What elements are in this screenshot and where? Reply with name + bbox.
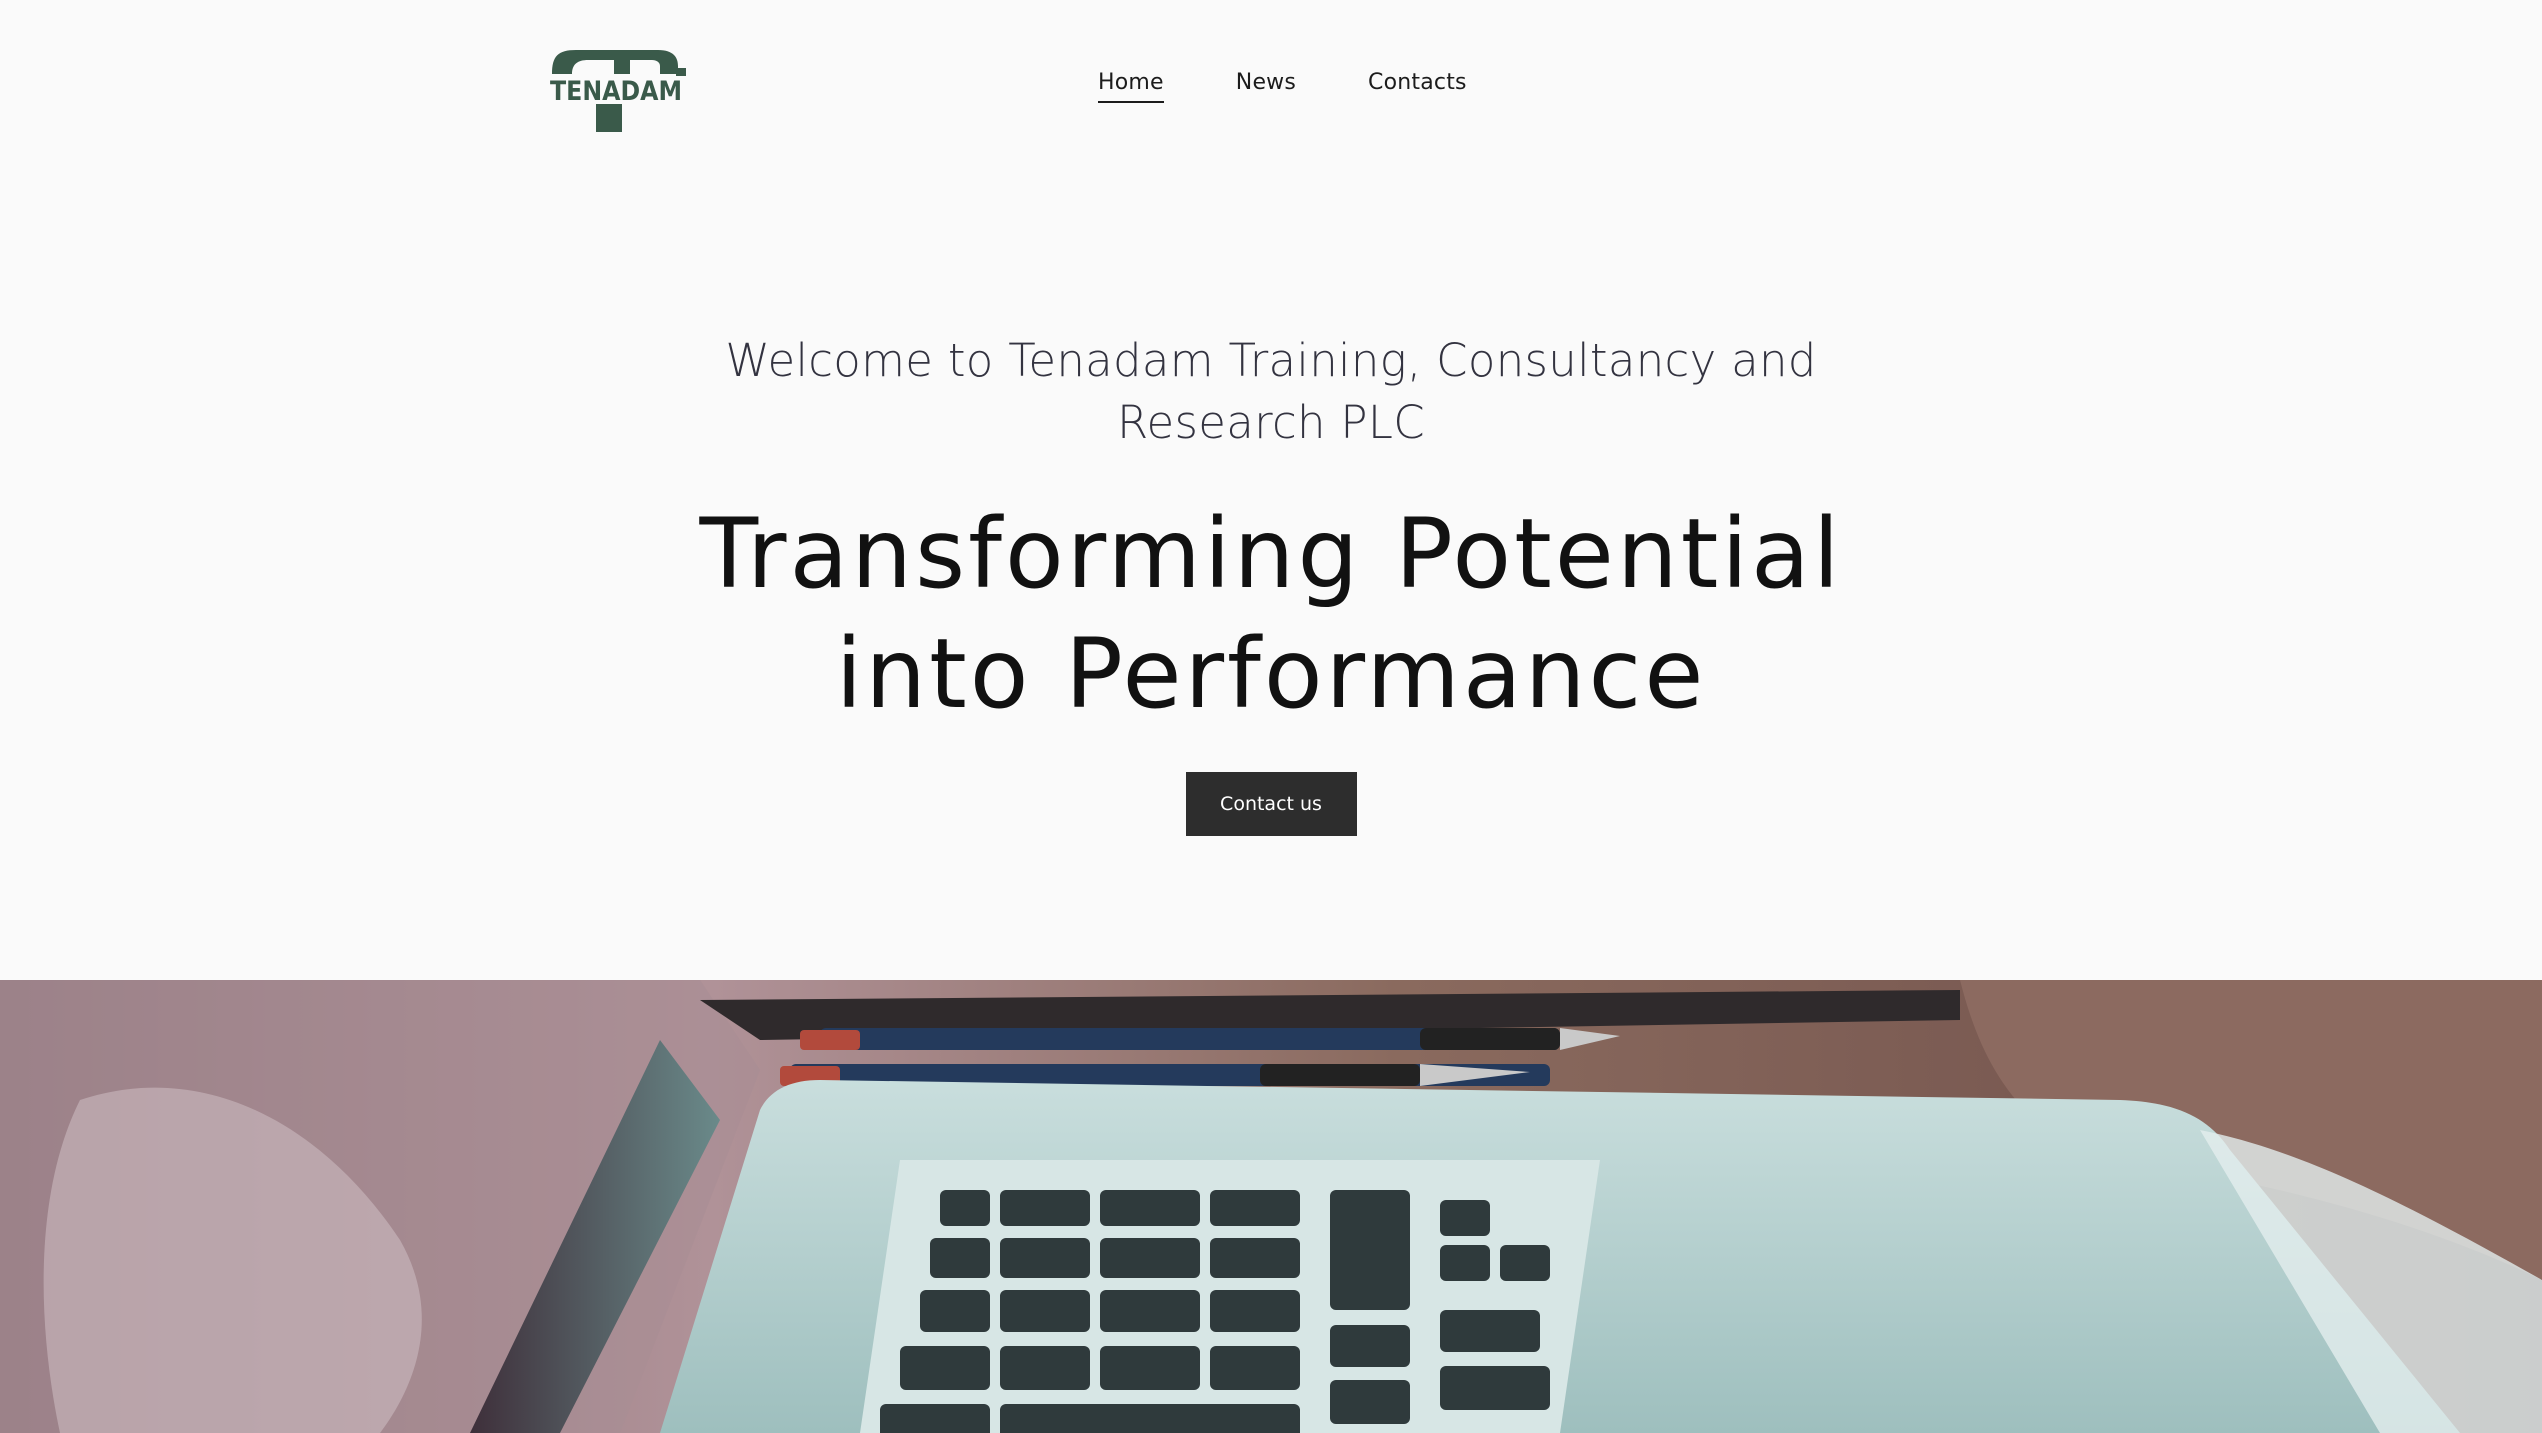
- main-nav: Home News Contacts: [1098, 70, 1539, 110]
- nav-item-home[interactable]: Home: [1098, 70, 1164, 103]
- welcome-text: Welcome to Tenadam Training, Consultancy…: [725, 334, 1817, 449]
- hero-section: Welcome to Tenadam Training, Consultancy…: [0, 330, 2542, 836]
- contact-us-button[interactable]: Contact us: [1185, 772, 1357, 836]
- logo-text: TENADAM: [550, 76, 682, 107]
- nav-item-contacts[interactable]: Contacts: [1368, 70, 1467, 101]
- tenadam-logo[interactable]: TENADAM: [548, 48, 688, 132]
- tenadam-logo-icon: TENADAM: [550, 50, 686, 132]
- laptop-keyboard-and-pens-image: [0, 980, 2542, 1433]
- nav-item-news[interactable]: News: [1236, 70, 1296, 101]
- hero-image: [0, 980, 2542, 1433]
- hero-headline: Transforming Potential into Performance: [699, 498, 1843, 730]
- site-header: TENADAM Home News Contacts: [0, 0, 2542, 180]
